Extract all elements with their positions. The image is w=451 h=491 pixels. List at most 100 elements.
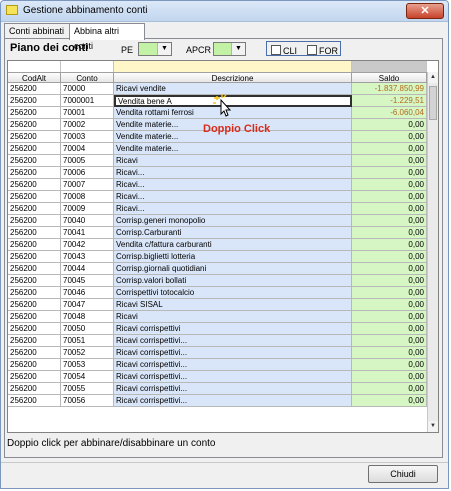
cell-codalt[interactable]: 256200 — [8, 395, 61, 407]
filter-cell-saldo[interactable] — [352, 61, 427, 72]
table-row[interactable]: 256200 70041 Corrisp.Carburanti 0,00 — [8, 227, 427, 239]
cell-saldo[interactable]: 0,00 — [352, 299, 427, 311]
cell-codalt[interactable]: 256200 — [8, 287, 61, 299]
table-row[interactable]: 256200 70008 Ricavi... 0,00 — [8, 191, 427, 203]
cell-codalt[interactable]: 256200 — [8, 299, 61, 311]
cell-codalt[interactable]: 256200 — [8, 323, 61, 335]
cell-saldo[interactable]: 0,00 — [352, 275, 427, 287]
close-button[interactable]: Chiudi — [368, 465, 438, 483]
cell-saldo[interactable]: 0,00 — [352, 131, 427, 143]
cell-saldo[interactable]: 0,00 — [352, 251, 427, 263]
cell-saldo[interactable]: 0,00 — [352, 227, 427, 239]
cell-conto[interactable]: 7000001 — [61, 95, 114, 107]
cell-saldo[interactable]: 0,00 — [352, 371, 427, 383]
cell-conto[interactable]: 70052 — [61, 347, 114, 359]
table-row[interactable]: 256200 70009 Ricavi... 0,00 — [8, 203, 427, 215]
close-window-button[interactable]: ✕ — [406, 3, 444, 19]
cell-saldo[interactable]: -6.060,04 — [352, 107, 427, 119]
cell-conto[interactable]: 70001 — [61, 107, 114, 119]
table-row[interactable]: 256200 70055 Ricavi corrispettivi... 0,00 — [8, 383, 427, 395]
cell-conto[interactable]: 70047 — [61, 299, 114, 311]
cell-descrizione[interactable]: Ricavi corrispettivi — [114, 323, 352, 335]
filter-cell-conto[interactable] — [61, 61, 114, 72]
cell-descrizione[interactable]: Vendite materie... — [114, 143, 352, 155]
cell-conto[interactable]: 70007 — [61, 179, 114, 191]
cell-codalt[interactable]: 256200 — [8, 167, 61, 179]
cell-conto[interactable]: 70002 — [61, 119, 114, 131]
apcr-select[interactable]: ▼ — [213, 42, 246, 56]
cell-codalt[interactable]: 256200 — [8, 203, 61, 215]
cell-saldo[interactable]: 0,00 — [352, 119, 427, 131]
table-row[interactable]: 256200 70051 Ricavi corrispettivi... 0,00 — [8, 335, 427, 347]
vertical-scrollbar[interactable]: ▲ ▼ — [427, 72, 438, 432]
cell-descrizione[interactable]: Ricavi... — [114, 179, 352, 191]
filter-cell-codalt[interactable] — [8, 61, 61, 72]
cell-saldo[interactable]: 0,00 — [352, 335, 427, 347]
cell-codalt[interactable]: 256200 — [8, 119, 61, 131]
cell-conto[interactable]: 70051 — [61, 335, 114, 347]
cell-saldo[interactable]: 0,00 — [352, 203, 427, 215]
cell-descrizione[interactable]: Ricavi — [114, 311, 352, 323]
table-row[interactable]: 256200 70040 Corrisp.generi monopolio 0,00 — [8, 215, 427, 227]
cell-saldo[interactable]: 0,00 — [352, 263, 427, 275]
cell-conto[interactable]: 70005 — [61, 155, 114, 167]
table-row[interactable]: 256200 70045 Corrisp.valori bollati 0,00 — [8, 275, 427, 287]
cell-descrizione[interactable]: Ricavi corrispettivi... — [114, 383, 352, 395]
cell-codalt[interactable]: 256200 — [8, 347, 61, 359]
table-row[interactable]: 256200 70053 Ricavi corrispettivi... 0,00 — [8, 359, 427, 371]
cell-codalt[interactable]: 256200 — [8, 155, 61, 167]
cell-codalt[interactable]: 256200 — [8, 371, 61, 383]
table-row[interactable]: 256200 70054 Ricavi corrispettivi... 0,00 — [8, 371, 427, 383]
cell-saldo[interactable]: -1.229,51 — [352, 95, 427, 107]
cell-codalt[interactable]: 256200 — [8, 311, 61, 323]
cell-descrizione[interactable]: Corrisp.generi monopolio — [114, 215, 352, 227]
cell-conto[interactable]: 70050 — [61, 323, 114, 335]
tab-abbina-altri-conti[interactable]: Abbina altri conti — [69, 23, 145, 51]
cli-checkbox[interactable]: CLI — [271, 45, 297, 56]
cell-conto[interactable]: 70055 — [61, 383, 114, 395]
scroll-down-icon[interactable]: ▼ — [428, 421, 438, 432]
cell-saldo[interactable]: 0,00 — [352, 395, 427, 407]
cell-saldo[interactable]: 0,00 — [352, 239, 427, 251]
chevron-down-icon[interactable]: ▼ — [157, 43, 171, 55]
cell-conto[interactable]: 70048 — [61, 311, 114, 323]
cell-codalt[interactable]: 256200 — [8, 107, 61, 119]
checkbox-icon[interactable] — [307, 45, 317, 55]
cell-codalt[interactable]: 256200 — [8, 191, 61, 203]
table-row[interactable]: 256200 70052 Ricavi corrispettivi... 0,00 — [8, 347, 427, 359]
cell-conto[interactable]: 70006 — [61, 167, 114, 179]
cell-saldo[interactable]: 0,00 — [352, 179, 427, 191]
cell-descrizione[interactable]: Corrisp.giornali quotidiani — [114, 263, 352, 275]
cell-descrizione[interactable]: Ricavi corrispettivi... — [114, 347, 352, 359]
cell-codalt[interactable]: 256200 — [8, 275, 61, 287]
cell-conto[interactable]: 70040 — [61, 215, 114, 227]
scroll-up-icon[interactable]: ▲ — [428, 72, 438, 83]
cell-descrizione[interactable]: Corrisp.biglietti lotteria — [114, 251, 352, 263]
cell-conto[interactable]: 70042 — [61, 239, 114, 251]
table-row[interactable]: 256200 70042 Vendita c/fattura carburanti 0… — [8, 239, 427, 251]
cell-codalt[interactable]: 256200 — [8, 179, 61, 191]
cell-descrizione[interactable]: Ricavi corrispettivi... — [114, 359, 352, 371]
cell-descrizione[interactable]: Corrisp.valori bollati — [114, 275, 352, 287]
scrollbar-thumb[interactable] — [429, 86, 437, 120]
cell-descrizione[interactable]: Vendita c/fattura carburanti — [114, 239, 352, 251]
table-row[interactable]: 256200 70007 Ricavi... 0,00 — [8, 179, 427, 191]
cell-codalt[interactable]: 256200 — [8, 143, 61, 155]
table-row[interactable]: 256200 70048 Ricavi 0,00 — [8, 311, 427, 323]
cell-saldo[interactable]: 0,00 — [352, 155, 427, 167]
cell-descrizione[interactable]: Corrisp.Carburanti — [114, 227, 352, 239]
cell-conto[interactable]: 70045 — [61, 275, 114, 287]
cell-descrizione[interactable]: Ricavi corrispettivi... — [114, 335, 352, 347]
cell-saldo[interactable]: 0,00 — [352, 383, 427, 395]
table-row[interactable]: 256200 70047 Ricavi SISAL 0,00 — [8, 299, 427, 311]
cell-descrizione[interactable]: Corrispettivi totocalcio — [114, 287, 352, 299]
cell-codalt[interactable]: 256200 — [8, 131, 61, 143]
cell-conto[interactable]: 70003 — [61, 131, 114, 143]
cell-descrizione[interactable]: Ricavi SISAL — [114, 299, 352, 311]
cell-codalt[interactable]: 256200 — [8, 83, 61, 95]
cell-conto[interactable]: 70054 — [61, 371, 114, 383]
table-row[interactable]: 256200 70056 Ricavi corrispettivi... 0,00 — [8, 395, 427, 407]
cell-saldo[interactable]: 0,00 — [352, 347, 427, 359]
cell-descrizione[interactable]: Ricavi — [114, 155, 352, 167]
for-checkbox[interactable]: FOR — [307, 45, 338, 56]
